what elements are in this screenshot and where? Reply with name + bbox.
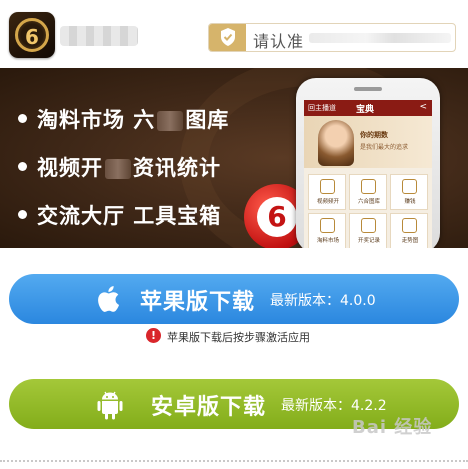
grid-item: 走势图	[390, 213, 428, 248]
grid-label: 赚钱	[404, 199, 416, 205]
watermark: Bai 经验	[352, 417, 433, 438]
screen-titlebar: 回主播道 宝典 <	[304, 100, 432, 116]
screen-ad: 你的期数 是我们最大的追求	[304, 116, 432, 168]
ios-version: 最新版本：4.0.0	[270, 293, 376, 309]
feature-3-pre: 交流大厅 工具宝箱	[37, 204, 222, 228]
grid-item: 淘料市场	[308, 213, 346, 248]
verify-label: 请认准	[253, 32, 305, 51]
feature-line-3: 交流大厅 工具宝箱	[18, 200, 221, 230]
bottom-divider	[0, 460, 468, 462]
grid-label: 淘料市场	[316, 238, 339, 244]
ball-number: 6	[257, 197, 297, 237]
calendar-icon	[361, 218, 376, 233]
feature-line-2: 视频开 资讯统计	[18, 152, 221, 182]
chart-icon	[402, 218, 417, 233]
ad-line-2: 是我们最大的追求	[360, 144, 409, 151]
download-page: 6 请认准 淘料市场 六 图库 视频开 资讯统计 交流大厅 工具宝箱 6 回主播道…	[0, 0, 468, 469]
bullet-icon	[18, 161, 27, 171]
logo-ring: 6	[15, 18, 49, 52]
android-version: 最新版本：4.2.2	[281, 398, 387, 414]
grid-label: 开奖记录	[357, 238, 380, 244]
video-icon	[320, 179, 335, 194]
app-name-blurred	[60, 26, 138, 46]
phone-speaker	[354, 87, 382, 91]
verify-badge: 请认准	[208, 23, 456, 52]
logo-number: 6	[25, 25, 39, 49]
app-logo[interactable]: 6	[9, 12, 55, 58]
android-download-label: 安卓版下载	[151, 395, 267, 420]
grid-label: 视频频开	[316, 199, 339, 205]
header: 6 请认准	[0, 0, 468, 68]
grid-item: 视频频开	[308, 174, 346, 210]
phone-screen: 回主播道 宝典 < 你的期数 是我们最大的追求 视频频开 六合图库 赚钱 淘料市…	[304, 100, 432, 248]
promo-banner: 淘料市场 六 图库 视频开 资讯统计 交流大厅 工具宝箱 6 回主播道 宝典 < 你…	[0, 68, 468, 248]
alert-icon: !	[146, 328, 161, 343]
ios-download-label: 苹果版下载	[140, 290, 256, 315]
ad-portrait	[318, 120, 354, 166]
screen-bar-left: 回主播道	[308, 104, 336, 112]
android-icon	[97, 391, 123, 420]
share-icon: <	[419, 102, 427, 112]
grid-item: 开奖记录	[349, 213, 387, 248]
phone-mockup: 回主播道 宝典 < 你的期数 是我们最大的追求 视频频开 六合图库 赚钱 淘料市…	[296, 78, 440, 248]
grid-label: 六合图库	[357, 199, 380, 205]
blur-mask	[157, 111, 184, 131]
screen-bar-title: 宝典	[356, 105, 375, 115]
bullet-icon	[18, 209, 27, 219]
feature-1-post: 图库	[185, 108, 230, 132]
notice-text: 苹果版下载后按步骤激活应用	[167, 331, 310, 344]
shield-check-icon	[209, 24, 246, 51]
feature-line-1: 淘料市场 六 图库	[18, 104, 229, 134]
feature-2-pre: 视频开	[37, 156, 103, 180]
market-icon	[320, 218, 335, 233]
grid-label: 走势图	[401, 238, 419, 244]
verify-blurred-text	[309, 33, 451, 43]
grid-item: 赚钱	[390, 174, 428, 210]
feature-1-pre: 淘料市场 六	[37, 108, 156, 132]
ad-line-1: 你的期数	[360, 131, 388, 139]
apple-icon	[98, 286, 120, 312]
image-icon	[361, 179, 376, 194]
money-icon	[402, 179, 417, 194]
ios-download-button[interactable]: 苹果版下载 最新版本：4.0.0	[9, 274, 459, 324]
blur-mask	[105, 159, 131, 179]
feature-2-post: 资讯统计	[133, 156, 221, 180]
grid-item: 六合图库	[349, 174, 387, 210]
bullet-icon	[18, 113, 27, 123]
